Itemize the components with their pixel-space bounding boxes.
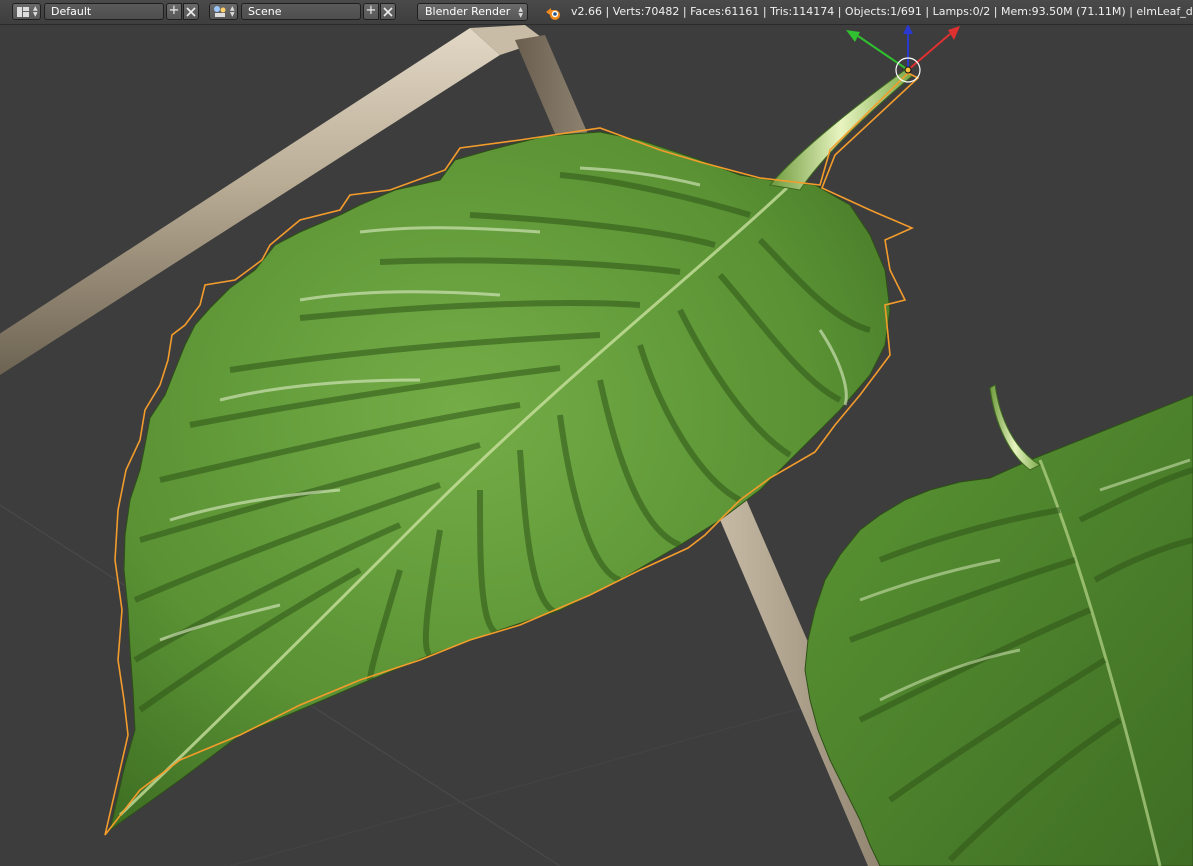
add-screen-button[interactable]: +	[166, 3, 182, 20]
object-origin	[904, 66, 912, 74]
selected-leaf[interactable]	[109, 131, 891, 832]
3d-viewport[interactable]	[0, 25, 1193, 866]
leaf-stem	[769, 69, 913, 191]
remove-scene-button[interactable]	[380, 3, 396, 20]
leaf-stem	[989, 384, 1042, 471]
y-axis-handle[interactable]	[857, 35, 909, 71]
scene-statistics: v2.66 | Verts:70482 | Faces:61161 | Tris…	[571, 5, 1193, 18]
render-engine-label: Blender Render	[425, 5, 511, 18]
up-down-arrows-icon: ▲ ▼	[230, 4, 235, 18]
remove-screen-button[interactable]	[183, 3, 199, 20]
y-axis-arrow[interactable]	[846, 30, 860, 42]
scene-type-button[interactable]: ▲ ▼	[209, 3, 238, 20]
close-icon	[186, 7, 196, 17]
up-down-arrows-icon: ▲ ▼	[518, 6, 523, 19]
z-axis-arrow[interactable]	[903, 25, 913, 34]
x-axis-handle[interactable]	[907, 33, 951, 71]
plus-icon: +	[365, 3, 377, 18]
up-down-arrows-icon: ▲ ▼	[33, 4, 38, 18]
add-scene-button[interactable]: +	[363, 3, 379, 20]
render-engine-dropdown[interactable]: Blender Render ▲ ▼	[417, 3, 528, 21]
unselected-leaf[interactable]	[804, 394, 1193, 866]
blender-logo-icon	[546, 8, 560, 20]
x-axis-arrow[interactable]	[948, 26, 960, 40]
scene-field[interactable]: Scene	[241, 3, 361, 20]
layout-grid-icon	[17, 6, 29, 17]
close-icon	[383, 7, 393, 17]
screen-layout-type-button[interactable]: ▲ ▼	[12, 3, 41, 20]
scene-icon	[214, 6, 226, 17]
plus-icon: +	[168, 3, 180, 18]
info-header: ▲ ▼ Default + ▲ ▼ Scene + Blender Render ▲…	[0, 0, 1193, 25]
viewport-scene	[0, 25, 1193, 866]
screen-layout-field[interactable]: Default	[44, 3, 164, 20]
